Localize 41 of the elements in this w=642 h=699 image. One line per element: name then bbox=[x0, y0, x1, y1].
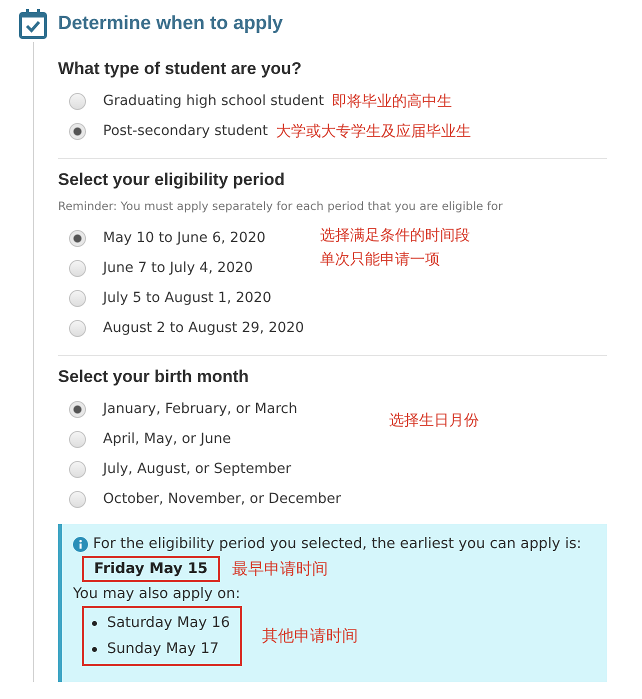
annotation-text: 选择生日月份 bbox=[389, 410, 480, 431]
calendar-check-icon bbox=[19, 9, 47, 39]
option-label: August 2 to August 29, 2020 bbox=[103, 320, 304, 336]
annotation-text: 即将毕业的高中生 bbox=[332, 91, 452, 112]
annotation-text: 其他申请时间 bbox=[262, 625, 358, 647]
question-heading: Select your eligibility period bbox=[58, 169, 286, 191]
radio-button[interactable] bbox=[69, 320, 86, 336]
question-heading: What type of student are you? bbox=[58, 58, 303, 80]
reminder-text: Reminder: You must apply separately for each period that you are eligible for bbox=[58, 199, 504, 215]
option-label: October, November, or December bbox=[103, 491, 342, 507]
annotation-text: 大学或大专学生及应届毕业生 bbox=[276, 121, 471, 142]
annotation-text: 最早申请时间 bbox=[232, 558, 328, 580]
option-label: Post-secondary student bbox=[103, 123, 268, 139]
question-heading: Select your birth month bbox=[58, 366, 250, 388]
radio-button[interactable] bbox=[69, 460, 86, 478]
info-icon bbox=[73, 536, 88, 552]
radio-button[interactable] bbox=[69, 400, 86, 418]
bullet-icon bbox=[92, 620, 97, 626]
date-text: Sunday May 17 bbox=[107, 641, 219, 657]
bullet-icon bbox=[92, 646, 97, 652]
radio-button[interactable] bbox=[69, 230, 86, 246]
option-label: July 5 to August 1, 2020 bbox=[103, 290, 272, 306]
section-title: Determine when to apply bbox=[58, 13, 283, 35]
radio-button[interactable] bbox=[69, 430, 86, 448]
option-label: Graduating high school student bbox=[103, 93, 324, 109]
option-label: June 7 to July 4, 2020 bbox=[103, 260, 253, 276]
annotation-text: 选择满足条件的时间段 bbox=[320, 225, 470, 246]
radio-button[interactable] bbox=[69, 122, 86, 140]
earliest-date: Friday May 15 bbox=[82, 556, 220, 582]
radio-button[interactable] bbox=[69, 290, 86, 306]
also-apply-label: You may also apply on: bbox=[73, 586, 242, 602]
annotation-text: 单次只能申请一项 bbox=[320, 249, 442, 270]
option-label: July, August, or September bbox=[103, 461, 292, 477]
radio-button[interactable] bbox=[69, 92, 86, 110]
info-message: For the eligibility period you selected, the earliest you can apply is: bbox=[93, 536, 582, 552]
radio-button[interactable] bbox=[69, 260, 86, 276]
option-label: May 10 to June 6, 2020 bbox=[103, 230, 266, 246]
option-label: April, May, or June bbox=[103, 431, 232, 447]
radio-button[interactable] bbox=[69, 490, 86, 508]
option-label: January, February, or March bbox=[103, 401, 298, 417]
date-text: Saturday May 16 bbox=[107, 615, 230, 631]
